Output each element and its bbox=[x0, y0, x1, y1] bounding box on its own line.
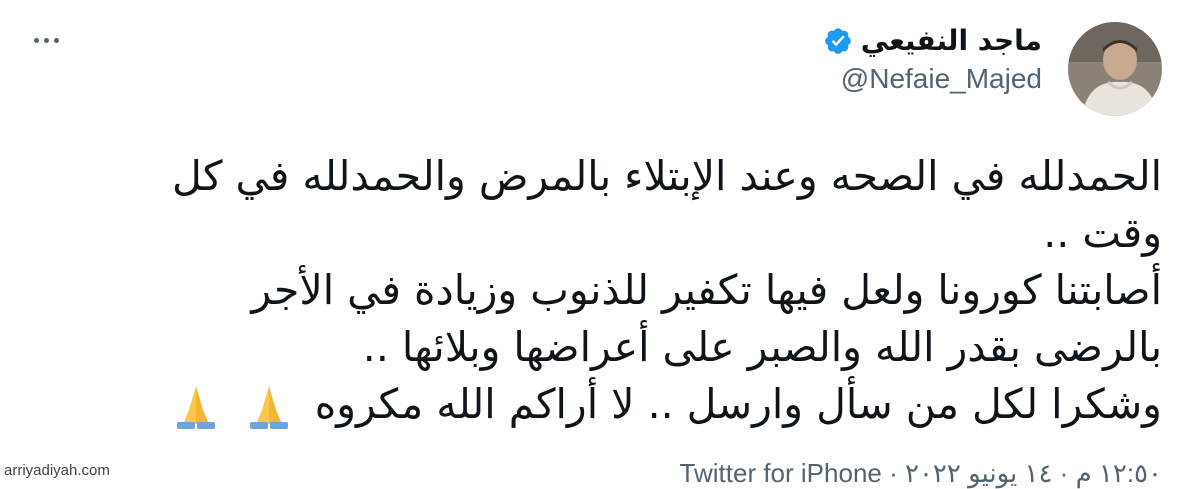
folded-hands-icon bbox=[176, 386, 215, 429]
tweet-line: بالرضى بقدر الله والصبر على أعراضها وبلا… bbox=[362, 323, 1162, 371]
tweet-meta: ١٢:٥٠ م · ١٤ يونيو ٢٠٢٢ · Twitter for iP… bbox=[680, 458, 1162, 489]
more-options-icon[interactable] bbox=[34, 38, 59, 43]
watermark: arriyadiyah.com bbox=[4, 462, 110, 479]
tweet-line: أصابتنا كورونا ولعل فيها تكفير للذنوب وز… bbox=[251, 266, 1162, 314]
tweet-card: ماجد النفيعي @Nefaie_Majed الحمدلله في ا… bbox=[0, 0, 1200, 488]
tweet-line: وقت .. bbox=[1043, 209, 1162, 257]
meta-separator: · bbox=[889, 458, 898, 488]
folded-hands-icon bbox=[249, 386, 288, 429]
tweet-date[interactable]: ١٤ يونيو ٢٠٢٢ bbox=[905, 458, 1052, 488]
tweet-time[interactable]: ١٢:٥٠ م bbox=[1076, 458, 1162, 488]
author-name[interactable]: ماجد النفيعي bbox=[861, 24, 1042, 57]
tweet-line: وشكرا لكل من سأل وارسل .. لا أراكم الله … bbox=[314, 380, 1162, 428]
tweet-text: الحمدلله في الصحه وعند الإبتلاء بالمرض و… bbox=[52, 148, 1162, 433]
avatar[interactable] bbox=[1068, 22, 1162, 116]
tweet-line: الحمدلله في الصحه وعند الإبتلاء بالمرض و… bbox=[171, 152, 1162, 200]
tweet-client[interactable]: Twitter for iPhone bbox=[680, 458, 882, 489]
meta-separator: · bbox=[1059, 458, 1069, 488]
tweet-header: ماجد النفيعي @Nefaie_Majed bbox=[823, 24, 1042, 95]
author-handle[interactable]: @Nefaie_Majed bbox=[823, 63, 1042, 95]
verified-badge-icon bbox=[824, 27, 851, 54]
tweet-last-line: وشكرا لكل من سأل وارسل .. لا أراكم الله … bbox=[52, 376, 1162, 433]
